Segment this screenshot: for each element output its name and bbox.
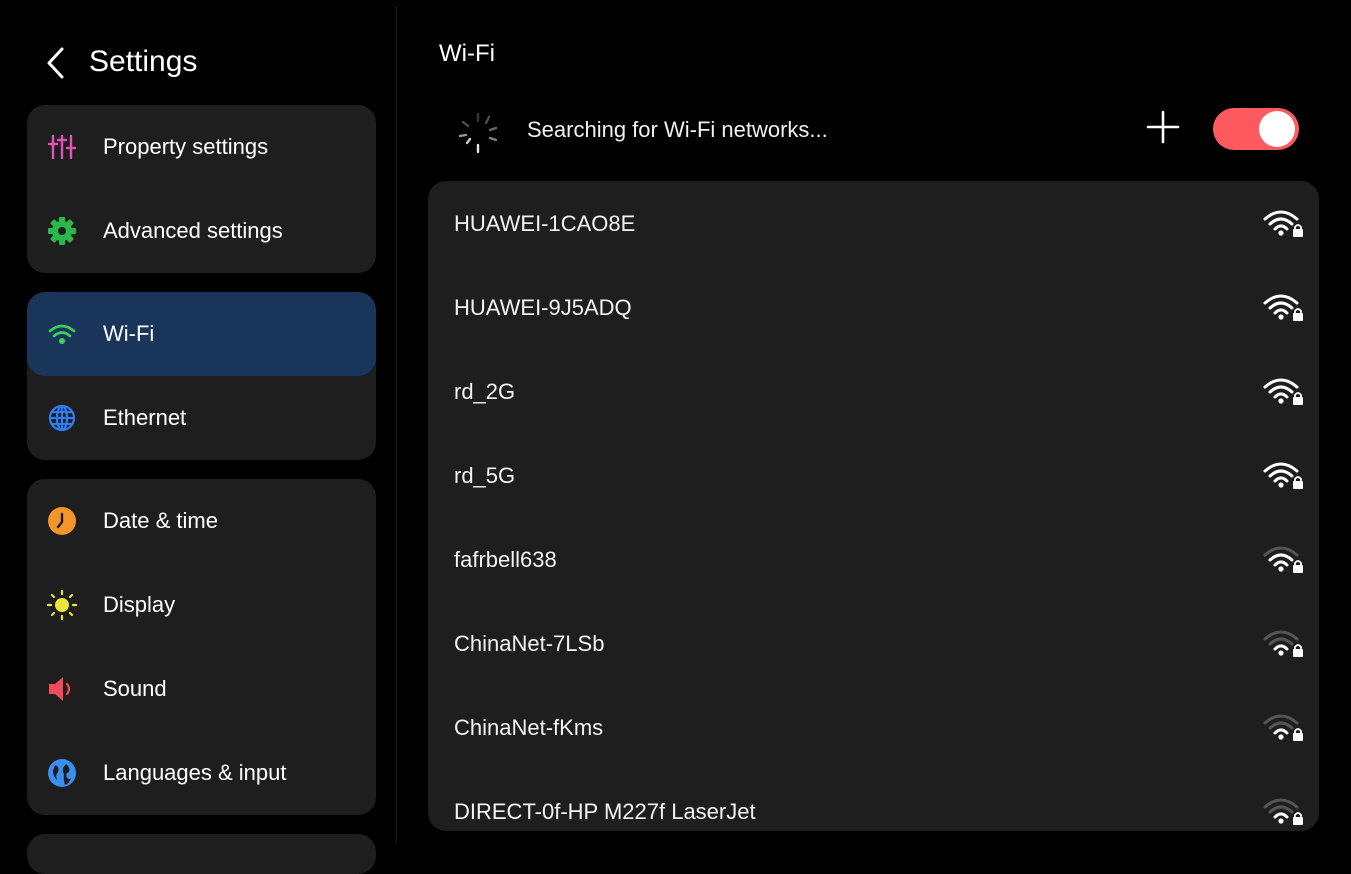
sidebar-group-system: Date & time Display Sound Languages & in…: [27, 479, 376, 815]
sidebar-item-date-time[interactable]: Date & time: [27, 479, 376, 563]
globe-icon: [48, 404, 76, 432]
network-name: DIRECT-0f-HP M227f LaserJet: [454, 799, 756, 824]
wifi-search-row: Searching for Wi-Fi networks...: [397, 102, 1351, 166]
sidebar-item-sound[interactable]: Sound: [27, 647, 376, 731]
settings-sidebar: Settings Property settings Advanced sett…: [6, 6, 397, 874]
network-row[interactable]: ChinaNet-7LSb: [428, 601, 1319, 685]
sidebar-item-languages-input[interactable]: Languages & input: [27, 731, 376, 815]
sidebar-group-more: [27, 834, 376, 874]
toggle-knob: [1259, 111, 1295, 147]
add-network-icon[interactable]: [1146, 110, 1180, 144]
wifi-locked-icon: [1263, 378, 1303, 405]
sidebar-item-label: Wi-Fi: [103, 321, 155, 346]
sidebar-group-general: Property settings Advanced settings: [27, 105, 376, 273]
sidebar-group-network: Wi-Fi Ethernet: [27, 292, 376, 460]
network-name: HUAWEI-1CAO8E: [454, 211, 636, 236]
loading-spinner-icon: [458, 112, 498, 154]
network-name: rd_5G: [454, 463, 516, 488]
network-row[interactable]: HUAWEI-1CAO8E: [428, 181, 1319, 265]
wifi-locked-icon: [1263, 294, 1303, 321]
sidebar-item-label: Sound: [103, 676, 167, 701]
gear-icon: [48, 217, 76, 245]
network-name: ChinaNet-7LSb: [454, 631, 605, 656]
network-name: fafrbell638: [454, 547, 557, 572]
network-name: ChinaNet-fKms: [454, 715, 604, 740]
sidebar-item-property-settings[interactable]: Property settings: [27, 105, 376, 189]
sidebar-item-label: Languages & input: [103, 760, 287, 785]
wifi-icon: [48, 324, 76, 344]
sun-icon: [47, 590, 77, 620]
clock-icon: [48, 507, 76, 535]
page-title: Wi-Fi: [439, 40, 495, 67]
sidebar-item-ethernet[interactable]: Ethernet: [27, 376, 376, 460]
network-row[interactable]: fafrbell638: [428, 517, 1319, 601]
wifi-locked-icon: [1263, 714, 1303, 741]
sidebar-item-display[interactable]: Display: [27, 563, 376, 647]
earth-icon: [48, 759, 76, 787]
network-row[interactable]: rd_5G: [428, 433, 1319, 517]
wifi-panel: Wi-Fi Searching for Wi-Fi networks... HU: [397, 6, 1351, 843]
wifi-locked-icon: [1263, 546, 1303, 573]
wifi-locked-icon: [1263, 630, 1303, 657]
back-arrow-icon[interactable]: [44, 46, 68, 80]
wifi-locked-icon: [1263, 798, 1303, 825]
sidebar-item-advanced-settings[interactable]: Advanced settings: [27, 189, 376, 273]
sliders-icon: [47, 134, 77, 160]
network-row[interactable]: rd_2G: [428, 349, 1319, 433]
sidebar-item-label: Display: [103, 592, 176, 617]
settings-title: Settings: [89, 45, 198, 78]
sidebar-item-label: Property settings: [103, 134, 269, 159]
search-status-text: Searching for Wi-Fi networks...: [527, 117, 828, 142]
sidebar-item-label: Advanced settings: [103, 218, 283, 243]
sidebar-item-label: Date & time: [103, 508, 218, 533]
sidebar-item-label: Ethernet: [103, 405, 187, 430]
wifi-toggle[interactable]: [1213, 108, 1299, 150]
network-row[interactable]: ChinaNet-fKms: [428, 685, 1319, 769]
wifi-locked-icon: [1263, 210, 1303, 237]
speaker-icon: [49, 677, 71, 701]
network-row[interactable]: DIRECT-0f-HP M227f LaserJet: [428, 769, 1319, 831]
network-name: HUAWEI-9J5ADQ: [454, 295, 632, 320]
wifi-locked-icon: [1263, 462, 1303, 489]
network-name: rd_2G: [454, 379, 516, 404]
sidebar-item-wifi[interactable]: Wi-Fi: [27, 292, 376, 376]
sidebar-header: Settings: [6, 6, 396, 106]
network-row[interactable]: HUAWEI-9J5ADQ: [428, 265, 1319, 349]
network-list: HUAWEI-1CAO8E HUAWEI-9J5ADQ rd_2G rd_5Gfafr…: [428, 181, 1319, 831]
